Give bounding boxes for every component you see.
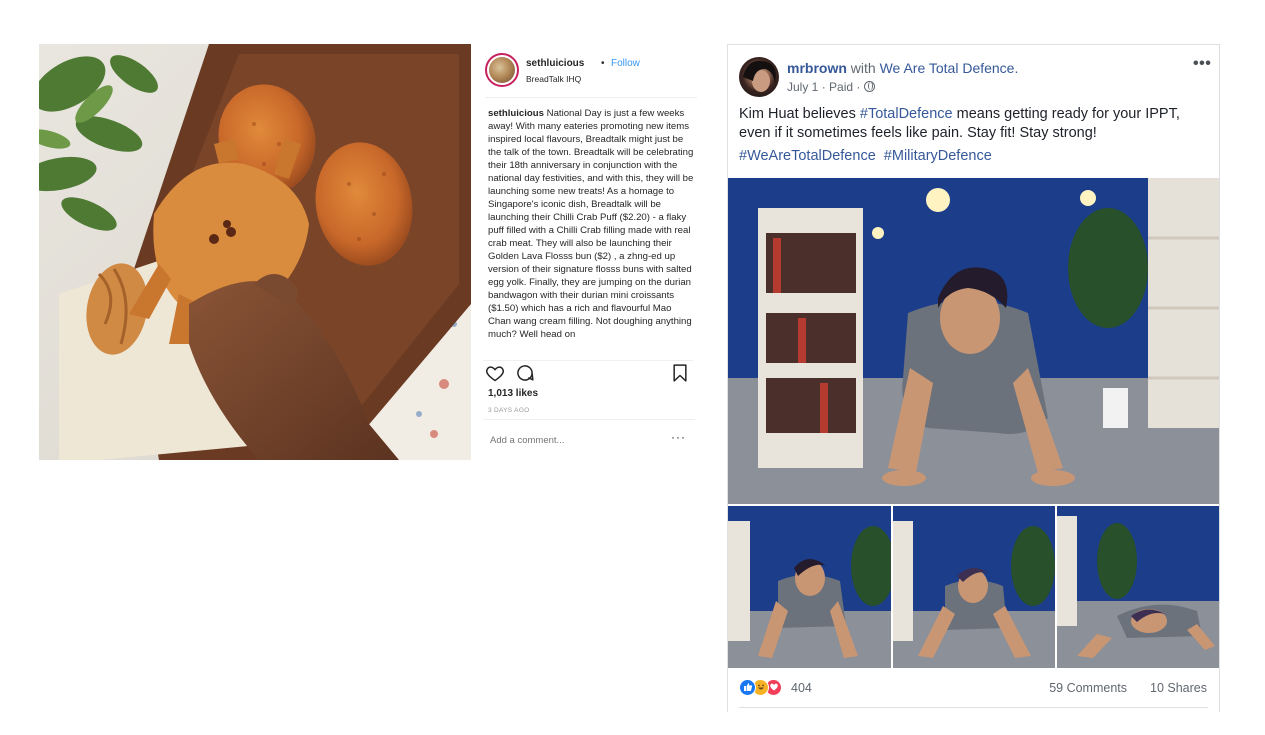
- comment-icon[interactable]: [515, 363, 535, 383]
- meta-separator: ·: [856, 80, 861, 94]
- post-author-line: mrbrown with We Are Total Defence.: [787, 60, 1018, 76]
- hashtag-link[interactable]: #TotalDefence: [860, 106, 953, 122]
- globe-icon: [863, 81, 875, 92]
- post-thumb-photo[interactable]: [728, 506, 891, 668]
- post-footer: 404 59 Comments 10 Shares: [739, 668, 1208, 708]
- avatar[interactable]: [485, 53, 519, 87]
- post-timestamp: 3 DAYS AGO: [488, 407, 530, 414]
- comments-count-link[interactable]: 59 Comments: [1049, 681, 1127, 695]
- author-name-link[interactable]: mrbrown: [787, 60, 847, 76]
- paid-label: Paid: [829, 80, 854, 94]
- facebook-post: mrbrown with We Are Total Defence. July …: [727, 44, 1220, 712]
- meta-separator: ·: [821, 80, 826, 94]
- separator-dot: •: [601, 58, 605, 69]
- post-date[interactable]: July 1: [787, 80, 818, 94]
- instagram-post-photo[interactable]: [39, 44, 471, 460]
- hashtag-link[interactable]: #WeAreTotalDefence: [739, 148, 876, 164]
- hashtag-link[interactable]: #MilitaryDefence: [884, 148, 992, 164]
- location-link[interactable]: BreadTalk IHQ: [526, 74, 581, 84]
- more-options-icon[interactable]: ···: [671, 430, 686, 444]
- caption-text: National Day is just a few weeks away! W…: [488, 108, 694, 340]
- post-main-photo[interactable]: [728, 178, 1219, 504]
- action-bar: [483, 360, 693, 382]
- likes-count[interactable]: 1,013 likes: [488, 388, 538, 399]
- post-caption: sethluicious National Day is just a few …: [488, 107, 696, 353]
- post-meta: July 1 · Paid ·: [787, 80, 875, 94]
- post-menu-button[interactable]: •••: [1193, 55, 1211, 73]
- heart-icon[interactable]: [485, 363, 505, 383]
- avatar[interactable]: [739, 57, 779, 97]
- page-name-link[interactable]: We Are Total Defence.: [880, 60, 1019, 76]
- reaction-count[interactable]: 404: [791, 681, 812, 695]
- comment-row: ···: [483, 419, 695, 453]
- hashtag-list: #WeAreTotalDefence #MilitaryDefence: [739, 148, 996, 164]
- post-text: Kim Huat believes #TotalDefence means ge…: [739, 105, 1214, 143]
- instagram-header: sethluicious • Follow BreadTalk IHQ: [485, 52, 697, 98]
- pushup-photo: [728, 178, 1219, 504]
- post-thumb-photo[interactable]: [1057, 506, 1219, 668]
- chilli-crab-puff-photo: [39, 44, 471, 460]
- page: sethluicious • Follow BreadTalk IHQ seth…: [0, 0, 1265, 735]
- add-comment-input[interactable]: [490, 435, 660, 446]
- with-label: with: [850, 60, 876, 76]
- post-thumb-photo[interactable]: [893, 506, 1055, 668]
- like-icon: [739, 679, 756, 696]
- bookmark-icon[interactable]: [670, 363, 690, 383]
- follow-button[interactable]: Follow: [611, 58, 640, 69]
- instagram-side-panel: sethluicious • Follow BreadTalk IHQ seth…: [471, 44, 705, 460]
- post-text-part: Kim Huat believes: [739, 106, 860, 122]
- caption-username[interactable]: sethluicious: [488, 108, 544, 119]
- instagram-username[interactable]: sethluicious: [526, 58, 584, 69]
- shares-count-link[interactable]: 10 Shares: [1150, 681, 1207, 695]
